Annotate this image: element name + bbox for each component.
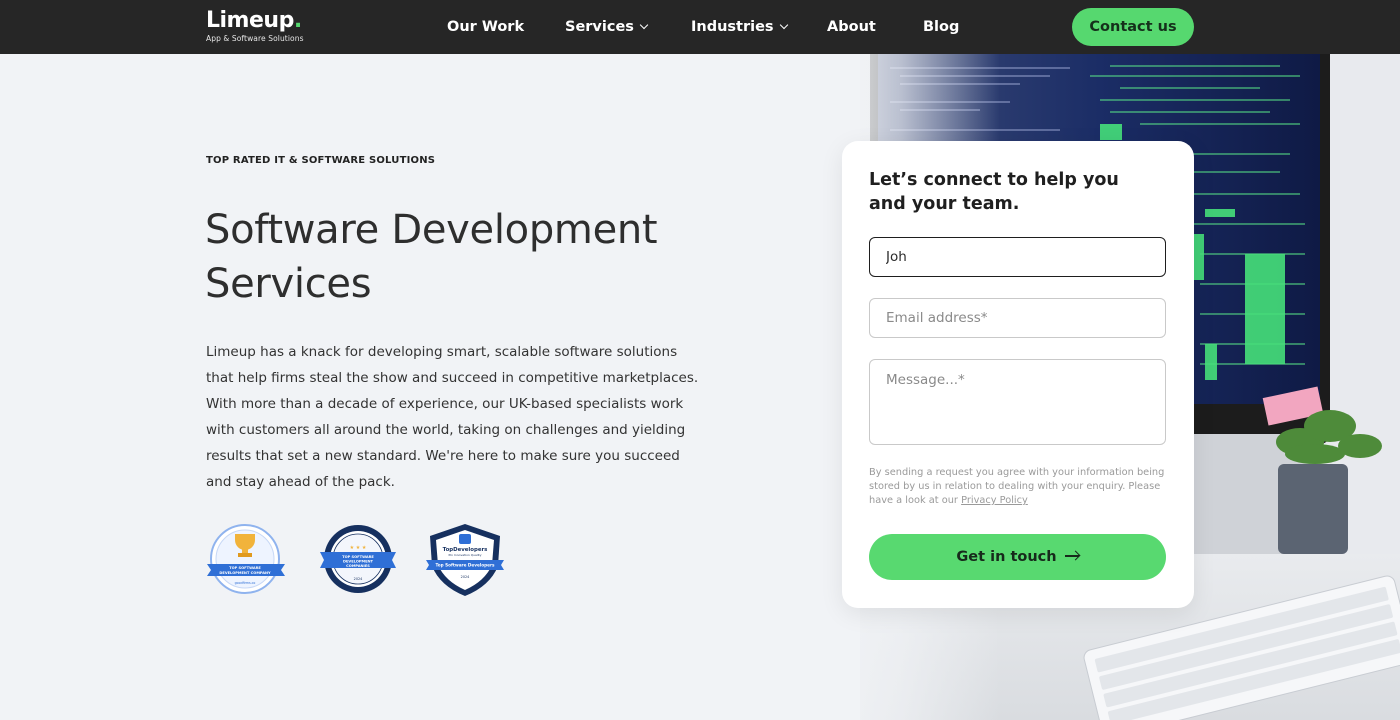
hero-description: Limeup has a knack for developing smart,… <box>206 344 699 490</box>
logo-dot: . <box>293 8 302 33</box>
page-title: Software Development Services <box>205 203 765 311</box>
chevron-down-icon <box>639 20 649 30</box>
form-title: Let’s connect to help you and your team. <box>869 170 1119 214</box>
goodfirms-badge: TOP SOFTWARE DEVELOPMENT COMPANY goodfir… <box>205 522 287 600</box>
nav-services[interactable]: Services <box>565 17 649 37</box>
badge-3-footer: 2024 <box>461 575 470 579</box>
badge-1-line-2: DEVELOPMENT COMPANY <box>219 571 271 575</box>
nav-industries[interactable]: Industries <box>691 17 788 37</box>
badge-2-line-2: DEVELOPMENT <box>343 560 374 564</box>
consent-text: By sending a request you agree with your… <box>869 467 1165 506</box>
badge-2-footer: 2024 <box>354 577 363 581</box>
badge-1-line-1: TOP SOFTWARE <box>229 566 261 570</box>
page-title-line-1: Software Development <box>205 207 658 253</box>
nav-our-work[interactable]: Our Work <box>447 17 524 37</box>
badge-3-subbrand: Pin Innovation Quality <box>449 553 482 557</box>
contact-form-card: Let’s connect to help you and your team.… <box>842 141 1194 608</box>
contact-us-button[interactable]: Contact us <box>1072 8 1194 46</box>
topdevelopers-badge: TopDevelopers Pin Innovation Quality Top… <box>426 522 504 602</box>
get-in-touch-button[interactable]: Get in touch <box>869 534 1166 580</box>
logo-word: Limeup <box>206 8 294 33</box>
badge-3-ribbon: Top Software Developers <box>436 563 496 568</box>
badge-2-line-1: TOP SOFTWARE <box>342 555 374 559</box>
page-title-line-2: Services <box>205 261 372 307</box>
badge-2-line-3: COMPANIES <box>346 564 370 568</box>
top-software-companies-badge: TOP SOFTWARE DEVELOPMENT COMPANIES ★ ★ ★… <box>318 522 398 600</box>
arrow-right-icon <box>1064 551 1079 561</box>
badge-1-footer: goodfirms.co <box>235 581 256 585</box>
email-input[interactable] <box>869 298 1166 338</box>
chevron-down-icon <box>779 20 788 30</box>
privacy-policy-link[interactable]: Privacy Policy <box>961 495 1028 506</box>
nav-about[interactable]: About <box>827 17 876 37</box>
top-navigation: Limeup. App & Software Solutions Our Wor… <box>0 0 1400 54</box>
name-input[interactable] <box>869 237 1166 277</box>
svg-text:★ ★ ★: ★ ★ ★ <box>350 545 367 551</box>
nav-blog[interactable]: Blog <box>923 17 959 37</box>
logo-tagline: App & Software Solutions <box>206 34 304 43</box>
hero-eyebrow: TOP RATED IT & SOFTWARE SOLUTIONS <box>206 155 436 166</box>
message-textarea[interactable] <box>869 359 1166 445</box>
limeup-logo[interactable]: Limeup. App & Software Solutions <box>206 8 304 43</box>
